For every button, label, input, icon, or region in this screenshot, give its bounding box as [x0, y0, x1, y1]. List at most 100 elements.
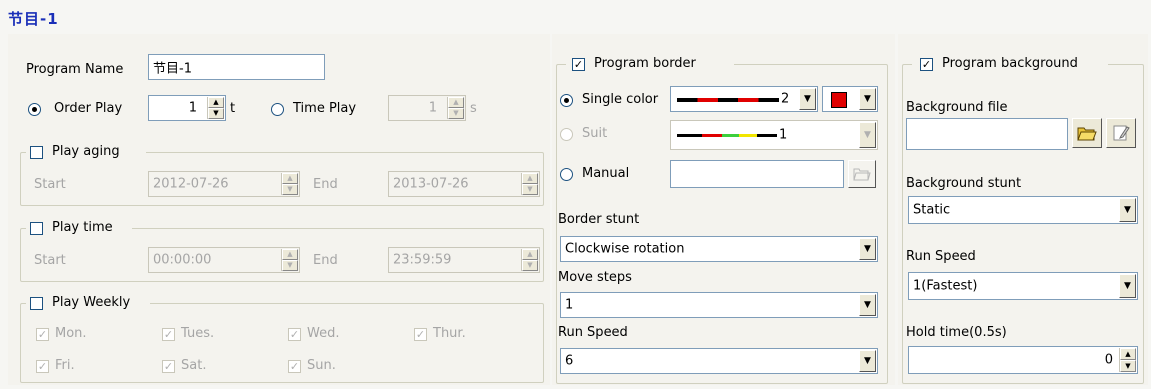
spin-down-icon[interactable]: ▼: [522, 184, 538, 195]
aging-start-spin[interactable]: ▲ ▼: [281, 173, 298, 195]
chevron-down-icon[interactable]: ▼: [859, 350, 876, 372]
background-file-input[interactable]: [906, 118, 1068, 150]
single-color-radio[interactable]: [560, 94, 573, 107]
weekday-sat-checkbox[interactable]: ✓: [162, 360, 175, 373]
open-folder-disabled-button[interactable]: [848, 160, 876, 188]
play-time-checkbox[interactable]: [30, 222, 43, 235]
aging-end-label: End: [313, 177, 338, 192]
program-background-checkbox[interactable]: ✓: [920, 58, 933, 71]
order-play-unit: t: [230, 101, 236, 116]
spin-down-icon[interactable]: ▼: [282, 260, 298, 271]
suit-line-select[interactable]: 1 ▼: [670, 120, 878, 150]
move-steps-label: Move steps: [558, 270, 632, 285]
program-border-label: Program border: [594, 56, 696, 71]
order-play-radio[interactable]: [28, 103, 41, 116]
aging-end-date[interactable]: 2013-07-26 ▲ ▼: [388, 171, 540, 197]
border-color-select[interactable]: ▼: [822, 86, 878, 112]
aging-start-value: 2012-07-26: [153, 176, 229, 192]
chevron-down-icon[interactable]: ▼: [859, 238, 876, 260]
suit-width: 1: [779, 127, 788, 143]
weekday-wed-label: Wed.: [307, 326, 340, 341]
open-folder-button[interactable]: [1072, 118, 1102, 148]
weekday-fri-checkbox[interactable]: ✓: [36, 360, 49, 373]
background-stunt-select[interactable]: Static ▼: [908, 196, 1138, 224]
single-color-line-select[interactable]: 2 ▼: [670, 86, 818, 112]
chevron-down-icon[interactable]: ▼: [859, 294, 876, 316]
order-play-spin-buttons[interactable]: ▲ ▼: [207, 97, 224, 119]
time-play-spinner[interactable]: 1 ▲ ▼: [388, 95, 466, 121]
edit-icon: [1113, 125, 1130, 141]
time-start-label: Start: [34, 253, 66, 268]
spin-up-icon[interactable]: ▲: [208, 97, 224, 108]
aging-start-label: Start: [34, 177, 66, 192]
background-run-speed-select[interactable]: 1(Fastest) ▼: [908, 272, 1138, 300]
border-run-speed-value: 6: [565, 353, 574, 369]
spin-up-icon[interactable]: ▲: [522, 173, 538, 184]
play-time-label: Play time: [52, 220, 113, 235]
aging-start-date[interactable]: 2012-07-26 ▲ ▼: [148, 171, 300, 197]
spin-down-icon[interactable]: ▼: [448, 108, 464, 119]
weekday-wed-checkbox[interactable]: ✓: [288, 328, 301, 341]
order-play-spinner[interactable]: 1 ▲ ▼: [148, 95, 226, 121]
spin-down-icon[interactable]: ▼: [208, 108, 224, 119]
single-color-label: Single color: [582, 92, 659, 107]
weekday-thur-checkbox[interactable]: ✓: [414, 328, 427, 341]
play-aging-checkbox[interactable]: [30, 146, 43, 159]
order-play-label: Order Play: [54, 101, 123, 116]
move-steps-select[interactable]: 1 ▼: [560, 292, 878, 318]
suit-radio[interactable]: [560, 128, 573, 141]
program-background-label: Program background: [942, 56, 1078, 71]
weekday-tues-label: Tues.: [181, 326, 215, 341]
edit-background-button[interactable]: [1106, 118, 1136, 148]
background-stunt-label: Background stunt: [906, 176, 1022, 191]
time-end-label: End: [313, 253, 338, 268]
program-name-input[interactable]: 节目-1: [148, 54, 325, 80]
single-color-width: 2: [781, 91, 790, 107]
weekday-fri-label: Fri.: [55, 358, 75, 373]
play-weekly-label: Play Weekly: [52, 295, 131, 310]
weekday-thur-label: Thur.: [433, 326, 466, 341]
page-title: 节目-1: [8, 10, 59, 28]
order-play-value: 1: [188, 100, 197, 116]
chevron-down-icon[interactable]: ▼: [1119, 274, 1136, 298]
weekday-tues-checkbox[interactable]: ✓: [162, 328, 175, 341]
aging-end-spin[interactable]: ▲ ▼: [521, 173, 538, 195]
time-play-unit: s: [470, 101, 477, 116]
spin-down-icon[interactable]: ▼: [522, 260, 538, 271]
time-play-radio[interactable]: [271, 103, 284, 116]
color-swatch: [831, 92, 847, 108]
hold-time-spin-buttons[interactable]: ▲ ▼: [1119, 348, 1136, 372]
weekday-sat-label: Sat.: [181, 358, 207, 373]
time-end-input[interactable]: 23:59:59 ▲ ▼: [388, 247, 540, 273]
spin-down-icon[interactable]: ▼: [282, 184, 298, 195]
manual-border-file-input[interactable]: [670, 160, 844, 188]
weekday-mon-checkbox[interactable]: ✓: [36, 328, 49, 341]
time-start-spin[interactable]: ▲ ▼: [281, 249, 298, 271]
time-end-spin[interactable]: ▲ ▼: [521, 249, 538, 271]
chevron-down-icon[interactable]: ▼: [1119, 198, 1136, 222]
hold-time-spinner[interactable]: 0 ▲ ▼: [908, 346, 1138, 374]
chevron-down-icon[interactable]: ▼: [859, 88, 876, 110]
hold-time-value: 0: [1104, 352, 1113, 368]
suit-label: Suit: [582, 126, 608, 141]
chevron-down-icon[interactable]: ▼: [799, 88, 816, 110]
time-play-value: 1: [428, 100, 437, 116]
spin-up-icon[interactable]: ▲: [448, 97, 464, 108]
spin-up-icon[interactable]: ▲: [522, 249, 538, 260]
suit-line-swatch: [677, 134, 777, 137]
spin-up-icon[interactable]: ▲: [282, 173, 298, 184]
spin-up-icon[interactable]: ▲: [282, 249, 298, 260]
time-start-value: 00:00:00: [153, 252, 212, 268]
chevron-down-icon[interactable]: ▼: [859, 122, 876, 148]
background-file-label: Background file: [906, 100, 1008, 115]
play-weekly-checkbox[interactable]: [30, 297, 43, 310]
program-border-checkbox[interactable]: ✓: [572, 58, 585, 71]
border-stunt-select[interactable]: Clockwise rotation ▼: [560, 236, 878, 262]
time-play-spin-buttons[interactable]: ▲ ▼: [447, 97, 464, 119]
spin-up-icon[interactable]: ▲: [1120, 348, 1136, 360]
weekday-sun-checkbox[interactable]: ✓: [288, 360, 301, 373]
border-run-speed-select[interactable]: 6 ▼: [560, 348, 878, 374]
spin-down-icon[interactable]: ▼: [1120, 360, 1136, 372]
time-start-input[interactable]: 00:00:00 ▲ ▼: [148, 247, 300, 273]
manual-radio[interactable]: [560, 168, 573, 181]
